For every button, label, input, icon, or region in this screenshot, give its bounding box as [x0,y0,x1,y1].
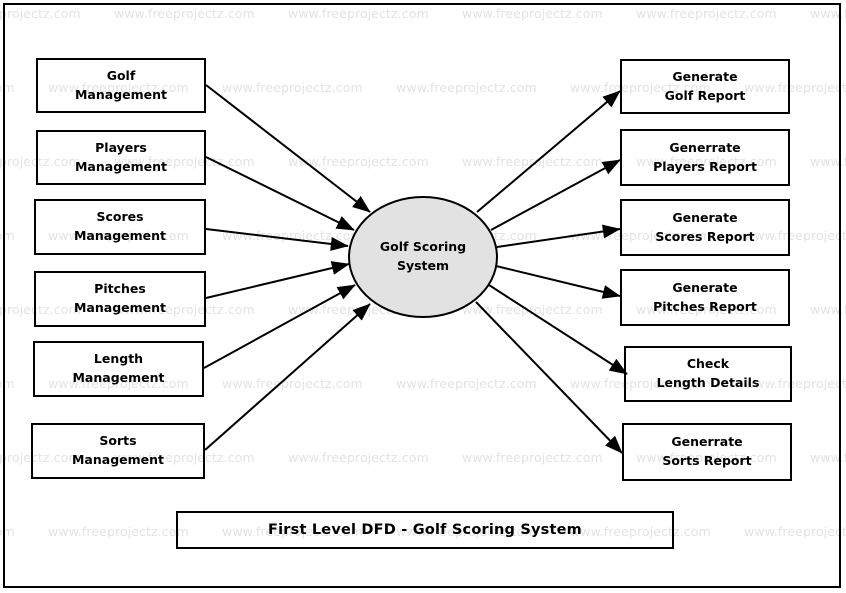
entity-length-management-line1: Length [93,351,144,367]
entity-generate-golf-report-line2: Golf Report [664,87,746,103]
entity-generate-players-report-line1: Generrate [669,139,741,155]
entity-scores-management[interactable]: Scores Management [34,199,206,255]
entity-sorts-management[interactable]: Sorts Management [31,423,205,479]
process-label-line1: Golf Scoring [379,239,467,255]
diagram-caption: First Level DFD - Golf Scoring System [176,511,674,549]
entity-generate-pitches-report[interactable]: Generate Pitches Report [620,269,790,326]
entity-sorts-management-line2: Management [71,452,164,467]
entity-golf-management[interactable]: Golf Management [36,58,206,113]
flow-pitches-out [495,265,621,299]
entity-golf-management-line2: Management [74,86,167,102]
entity-generate-sorts-report[interactable]: Generrate Sorts Report [622,423,792,481]
flow-pitches-in [205,261,350,299]
diagram-caption-text: First Level DFD - Golf Scoring System [268,522,582,538]
entity-generate-pitches-report-line2: Pitches Report [653,298,757,314]
entity-generate-scores-report-line1: Generate [672,209,738,225]
flow-scores-out [496,224,621,248]
entity-generate-scores-report[interactable]: Generate Scores Report [620,199,790,256]
entity-players-management-line2: Management [74,158,167,174]
entity-generate-golf-report-line1: Generate [672,68,738,84]
entity-pitches-management-line2: Management [73,300,166,315]
process-label-line2: System [396,258,450,273]
flow-sorts-in [204,303,371,451]
flow-golf-in [205,84,371,213]
flow-length-out [488,284,628,375]
flow-golf-out [476,90,621,213]
dfd-diagram-canvas: www.freeprojectz.comwww.freeprojectz.com… [0,0,846,593]
flow-players-in [205,156,355,231]
process-golf-scoring-system[interactable]: Golf Scoring System [348,196,498,318]
entity-generate-golf-report[interactable]: Generate Golf Report [620,59,790,114]
flow-players-out [490,159,621,231]
entity-players-management[interactable]: Players Management [36,130,206,185]
entity-check-length-details[interactable]: Check Length Details [624,346,792,402]
entity-golf-management-line1: Golf [106,67,136,83]
entity-check-length-details-line2: Length Details [656,375,760,390]
entity-generate-players-report[interactable]: Generrate Players Report [620,129,790,186]
entity-length-management[interactable]: Length Management [33,341,204,397]
entity-players-management-line1: Players [95,139,147,155]
entity-scores-management-line1: Scores [96,209,144,225]
entity-generate-players-report-line2: Players Report [653,158,757,174]
flow-length-in [203,284,356,369]
entity-pitches-management[interactable]: Pitches Management [34,271,206,327]
entity-generate-sorts-report-line2: Sorts Report [662,453,752,468]
entity-scores-management-line2: Management [73,228,166,243]
entity-length-management-line2: Management [72,370,165,385]
flow-scores-in [205,228,349,251]
entity-generate-pitches-report-line1: Generate [672,279,738,295]
entity-generate-scores-report-line2: Scores Report [655,228,755,244]
entity-sorts-management-line1: Sorts [99,433,137,449]
entity-check-length-details-line1: Check [686,356,730,372]
entity-generate-sorts-report-line1: Generrate [671,434,743,450]
entity-pitches-management-line1: Pitches [94,281,146,297]
